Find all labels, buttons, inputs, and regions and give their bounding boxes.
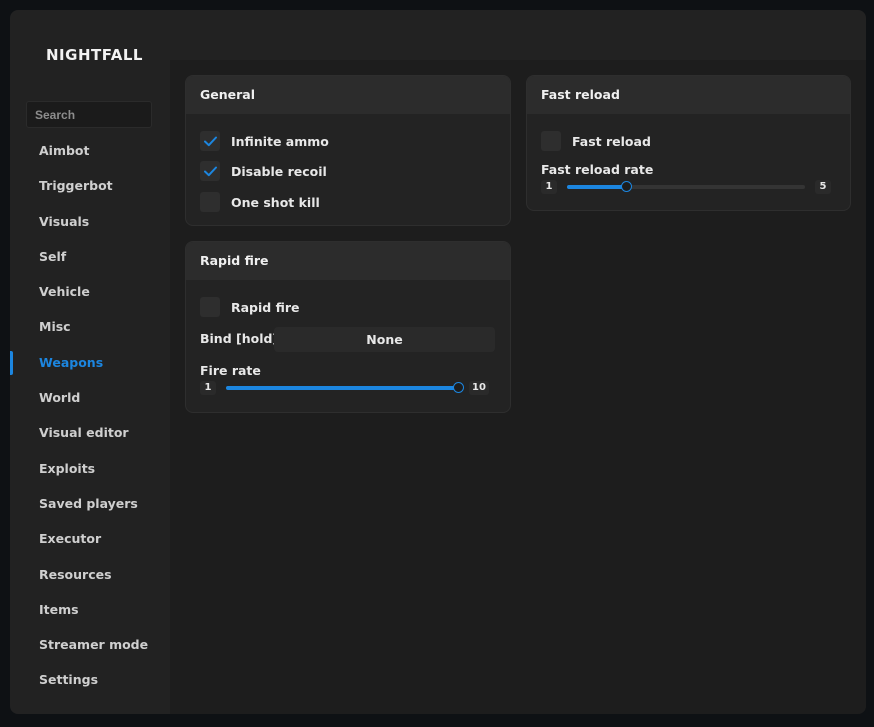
bind-label: Bind [hold] (200, 331, 279, 346)
sidebar-item-label: Streamer mode (39, 637, 149, 653)
sidebar-item-label: Saved players (39, 495, 138, 511)
sidebar-item-label: Resources (39, 566, 112, 582)
slider-max-value: 10 (469, 381, 489, 395)
app-title: NIGHTFALL (46, 46, 143, 64)
sidebar-item-label: Settings (39, 672, 99, 688)
infinite-ammo-option[interactable]: Infinite ammo (200, 131, 329, 151)
sidebar-item-weapons[interactable]: Weapons (10, 345, 170, 380)
option-label: One shot kill (231, 194, 320, 210)
slider-fill (567, 185, 627, 189)
panel-title: General (186, 76, 510, 114)
sidebar-item-streamer-mode[interactable]: Streamer mode (10, 627, 170, 662)
panel-title: Fast reload (527, 76, 850, 114)
sidebar-item-label: Misc (39, 319, 71, 335)
sidebar-item-resources[interactable]: Resources (10, 557, 170, 592)
fast-reload-panel: Fast reload Fast reload Fast reload rate… (526, 75, 851, 211)
sidebar-item-label: Visual editor (39, 425, 129, 441)
sidebar-item-label: World (39, 390, 81, 406)
panel-title: Rapid fire (186, 242, 510, 280)
content-area: General Infinite ammo Disable recoil One… (170, 60, 866, 714)
sidebar-item-items[interactable]: Items (10, 592, 170, 627)
sidebar-item-label: Self (39, 248, 67, 264)
sidebar-item-label: Items (39, 601, 79, 617)
sidebar-item-misc[interactable]: Misc (10, 309, 170, 344)
option-label: Infinite ammo (231, 133, 329, 149)
slider-handle[interactable] (453, 382, 464, 393)
general-panel: General Infinite ammo Disable recoil One… (185, 75, 511, 226)
rapid-fire-panel: Rapid fire Rapid fire Bind [hold] None F… (185, 241, 511, 413)
sidebar-item-world[interactable]: World (10, 380, 170, 415)
sidebar-item-triggerbot[interactable]: Triggerbot (10, 168, 170, 203)
sidebar-item-vehicle[interactable]: Vehicle (10, 274, 170, 309)
check-icon (203, 166, 217, 176)
app-window: NIGHTFALL Aimbot Triggerbot Visuals Self… (10, 10, 866, 714)
slider-max-value: 5 (815, 180, 831, 194)
one-shot-kill-checkbox[interactable] (200, 192, 220, 212)
slider-min-value: 1 (541, 180, 557, 194)
rapid-fire-option[interactable]: Rapid fire (200, 297, 300, 317)
infinite-ammo-checkbox[interactable] (200, 131, 220, 151)
search-input[interactable] (26, 101, 152, 128)
sidebar-item-visuals[interactable]: Visuals (10, 204, 170, 239)
disable-recoil-option[interactable]: Disable recoil (200, 161, 327, 181)
sidebar-nav: Aimbot Triggerbot Visuals Self Vehicle M… (10, 133, 170, 698)
active-indicator (10, 350, 13, 375)
sidebar-item-label: Aimbot (39, 143, 90, 158)
sidebar-item-label: Triggerbot (39, 178, 113, 194)
slider-handle[interactable] (620, 181, 632, 192)
slider-track[interactable] (567, 181, 805, 192)
slider-min-value: 1 (200, 381, 216, 395)
sidebar-item-saved-players[interactable]: Saved players (10, 486, 170, 521)
fast-reload-checkbox[interactable] (541, 131, 561, 151)
check-icon (203, 136, 217, 146)
sidebar-item-label: Visuals (39, 213, 90, 229)
one-shot-kill-option[interactable]: One shot kill (200, 192, 320, 212)
keybind-button[interactable]: None (274, 327, 495, 352)
option-label: Rapid fire (231, 299, 300, 315)
sidebar-item-visual-editor[interactable]: Visual editor (10, 415, 170, 450)
fast-reload-rate-slider[interactable]: 1 5 (541, 179, 831, 195)
sidebar-item-exploits[interactable]: Exploits (10, 451, 170, 486)
sidebar-item-settings[interactable]: Settings (10, 662, 170, 697)
slider-track[interactable] (226, 382, 464, 393)
sidebar-item-self[interactable]: Self (10, 239, 170, 274)
fire-rate-slider[interactable]: 1 10 (200, 380, 489, 396)
sidebar-item-label: Vehicle (39, 284, 90, 300)
sidebar-item-executor[interactable]: Executor (10, 521, 170, 556)
slider-fill (226, 386, 459, 390)
sidebar-item-label: Executor (39, 531, 102, 547)
option-label: Fast reload (572, 133, 651, 149)
sidebar-item-aimbot[interactable]: Aimbot (10, 133, 170, 168)
rapid-fire-checkbox[interactable] (200, 297, 220, 317)
disable-recoil-checkbox[interactable] (200, 161, 220, 181)
fast-reload-option[interactable]: Fast reload (541, 131, 651, 151)
sidebar-item-label: Weapons (39, 354, 104, 370)
fire-rate-label: Fire rate (200, 363, 261, 378)
sidebar-item-label: Exploits (39, 460, 96, 476)
option-label: Disable recoil (231, 163, 327, 179)
fast-reload-rate-label: Fast reload rate (541, 162, 654, 177)
